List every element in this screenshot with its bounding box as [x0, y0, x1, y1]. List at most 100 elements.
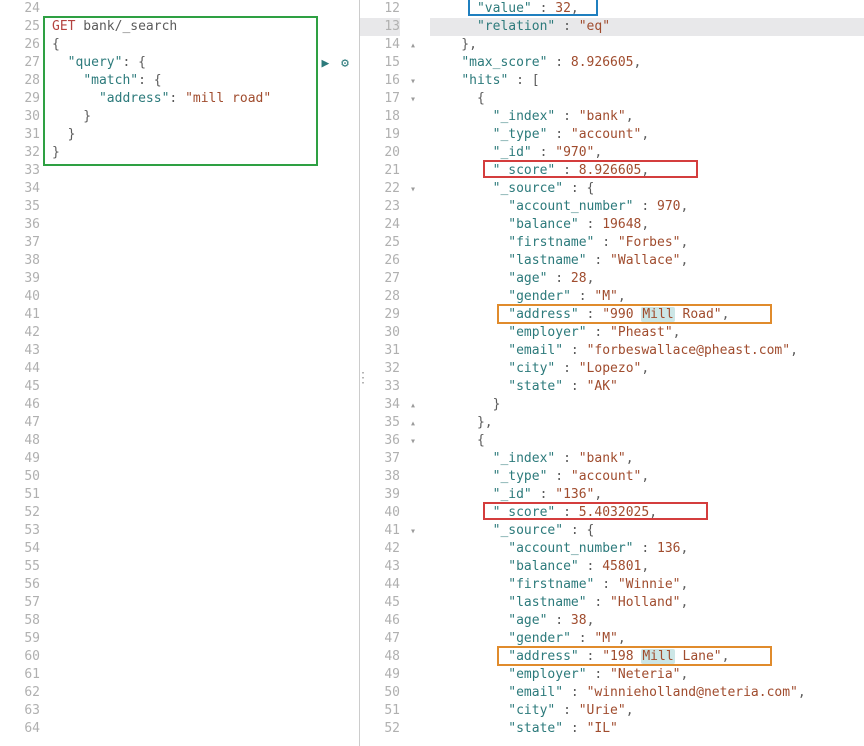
fold-open-icon[interactable]: ▾	[406, 181, 420, 199]
run-controls: ▶ ⚙	[322, 56, 349, 71]
fold-close-icon[interactable]: ▴	[406, 415, 420, 433]
code-line[interactable]: }	[52, 126, 359, 144]
code-line[interactable]: "_index" : "bank",	[430, 450, 864, 468]
code-line[interactable]: "account_number" : 970,	[430, 198, 864, 216]
code-line[interactable]: },	[430, 36, 864, 54]
line-number: 47	[360, 630, 400, 648]
code-line[interactable]: "_score" : 5.4032025,	[430, 504, 864, 522]
code-line[interactable]: "_index" : "bank",	[430, 108, 864, 126]
code-line[interactable]: "address" : "990 Mill Road",	[430, 306, 864, 324]
line-number: 37	[360, 450, 400, 468]
code-line[interactable]: "gender" : "M",	[430, 288, 864, 306]
wrench-icon[interactable]: ⚙	[341, 56, 349, 71]
code-line[interactable]: "employer" : "Neteria",	[430, 666, 864, 684]
code-line[interactable]: "hits" : [	[430, 72, 864, 90]
code-line[interactable]: "balance" : 19648,	[430, 216, 864, 234]
code-line[interactable]: "max_score" : 8.926605,	[430, 54, 864, 72]
line-number: 23	[360, 198, 400, 216]
code-line[interactable]: "_source" : {	[430, 180, 864, 198]
code-line[interactable]: "city" : "Urie",	[430, 702, 864, 720]
line-number: 39	[0, 270, 40, 288]
code-line[interactable]: "balance" : 45801,	[430, 558, 864, 576]
line-number: 41	[360, 522, 400, 540]
line-number: 53	[0, 522, 40, 540]
code-line[interactable]: "lastname" : "Holland",	[430, 594, 864, 612]
play-icon[interactable]: ▶	[322, 56, 330, 71]
line-number: 28	[360, 288, 400, 306]
code-line[interactable]: "address": "mill road"	[52, 90, 359, 108]
fold-open-icon[interactable]: ▾	[406, 433, 420, 451]
code-line[interactable]: "firstname" : "Winnie",	[430, 576, 864, 594]
code-line[interactable]: "_id" : "136",	[430, 486, 864, 504]
fold-open-icon[interactable]: ▾	[406, 523, 420, 541]
line-number: 43	[360, 558, 400, 576]
fold-close-icon[interactable]: ▴	[406, 37, 420, 55]
code-line[interactable]: GET bank/_search	[52, 18, 359, 36]
code-line[interactable]: "_id" : "970",	[430, 144, 864, 162]
line-number: 29	[0, 90, 40, 108]
line-number: 16	[360, 72, 400, 90]
code-line[interactable]: "_source" : {	[430, 522, 864, 540]
left-code-area[interactable]: ▶ ⚙ GET bank/_search{ "query": { "match"…	[46, 0, 359, 746]
line-number: 25	[0, 18, 40, 36]
code-line[interactable]: "gender" : "M",	[430, 630, 864, 648]
code-line[interactable]: {	[52, 36, 359, 54]
line-number: 64	[0, 720, 40, 738]
code-line[interactable]: "firstname" : "Forbes",	[430, 234, 864, 252]
line-number: 31	[360, 342, 400, 360]
code-line[interactable]: "email" : "forbeswallace@pheast.com",	[430, 342, 864, 360]
line-number: 58	[0, 612, 40, 630]
code-line[interactable]: "age" : 38,	[430, 612, 864, 630]
code-line[interactable]: "account_number" : 136,	[430, 540, 864, 558]
line-number: 46	[0, 396, 40, 414]
line-number: 55	[0, 558, 40, 576]
line-number: 27	[0, 54, 40, 72]
line-number: 40	[0, 288, 40, 306]
line-number: 52	[0, 504, 40, 522]
code-line[interactable]: "email" : "winnieholland@neteria.com",	[430, 684, 864, 702]
line-number: 26	[0, 36, 40, 54]
code-line[interactable]: "lastname" : "Wallace",	[430, 252, 864, 270]
line-number: 45	[360, 594, 400, 612]
code-line[interactable]: "city" : "Lopezo",	[430, 360, 864, 378]
code-line[interactable]: "state" : "AK"	[430, 378, 864, 396]
code-line[interactable]	[52, 0, 359, 18]
code-line[interactable]: "_type" : "account",	[430, 126, 864, 144]
line-number: 63	[0, 702, 40, 720]
line-number: 37	[0, 234, 40, 252]
line-number: 22	[360, 180, 400, 198]
code-line[interactable]: {	[430, 90, 864, 108]
line-number: 59	[0, 630, 40, 648]
code-line[interactable]: "query": {	[52, 54, 359, 72]
code-line[interactable]: "address" : "198 Mill Lane",	[430, 648, 864, 666]
line-number: 57	[0, 594, 40, 612]
code-line[interactable]: "age" : 28,	[430, 270, 864, 288]
line-number: 30	[0, 108, 40, 126]
code-line[interactable]: {	[430, 432, 864, 450]
code-line[interactable]: }	[52, 144, 359, 162]
line-number: 32	[0, 144, 40, 162]
code-line[interactable]: "value" : 32,	[430, 0, 864, 18]
code-line[interactable]: "state" : "IL"	[430, 720, 864, 738]
line-number: 14	[360, 36, 400, 54]
code-line[interactable]: }	[430, 396, 864, 414]
code-line[interactable]: "_score" : 8.926605,	[430, 162, 864, 180]
line-number: 29	[360, 306, 400, 324]
fold-open-icon[interactable]: ▾	[406, 91, 420, 109]
code-line[interactable]: "match": {	[52, 72, 359, 90]
code-line[interactable]: }	[52, 108, 359, 126]
line-number: 52	[360, 720, 400, 738]
fold-open-icon[interactable]: ▾	[406, 73, 420, 91]
code-line[interactable]: },	[430, 414, 864, 432]
right-code-area[interactable]: "value" : 32, "relation" : "eq" }, "max_…	[420, 0, 864, 746]
request-editor-pane: 2425262728293031323334353637383940414243…	[0, 0, 360, 746]
line-number: 42	[360, 540, 400, 558]
line-number: 36	[360, 432, 400, 450]
code-line[interactable]: "_type" : "account",	[430, 468, 864, 486]
fold-close-icon[interactable]: ▴	[406, 397, 420, 415]
code-line[interactable]: "employer" : "Pheast",	[430, 324, 864, 342]
line-number: 61	[0, 666, 40, 684]
response-viewer-pane: 1213141516171819202122232425262728293031…	[360, 0, 864, 746]
code-line[interactable]: "relation" : "eq"	[430, 18, 864, 36]
pane-resize-handle[interactable]: ⋮	[356, 370, 370, 386]
